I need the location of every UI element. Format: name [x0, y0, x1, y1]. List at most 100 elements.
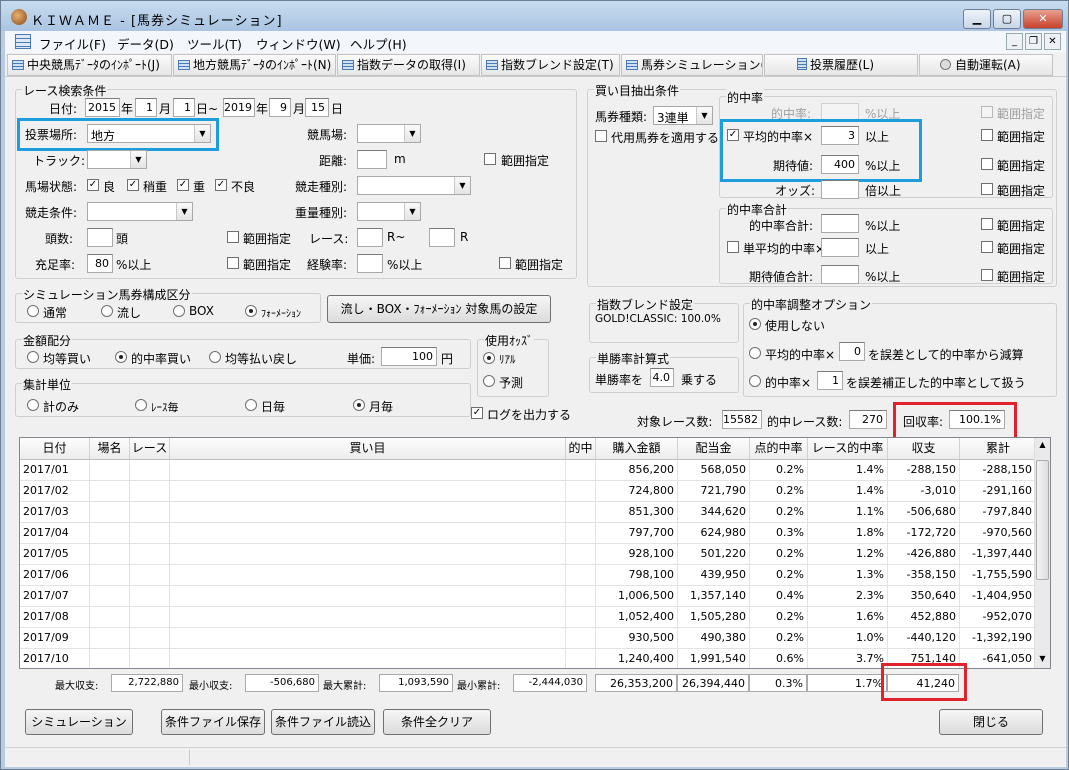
adjust-subtract-radio[interactable]: [749, 347, 761, 359]
odds-predict-radio[interactable]: [483, 375, 495, 387]
comp-nagashi-radio[interactable]: [101, 305, 113, 317]
col-payout[interactable]: 配当金: [678, 438, 750, 459]
auto-run-button[interactable]: 自動運転(A): [919, 54, 1053, 76]
race-condition-select[interactable]: ▼: [87, 202, 193, 221]
table-row[interactable]: 2017/01 856,200 568,050 0.2% 1.4% -288,150 -28…: [20, 460, 1036, 481]
menu-window[interactable]: ウィンドウ(W): [256, 34, 341, 53]
money-equal-radio[interactable]: [27, 351, 39, 363]
single-avg-checkbox[interactable]: [727, 241, 739, 253]
substitute-checkbox[interactable]: [595, 130, 607, 142]
single-avg-input[interactable]: [821, 238, 859, 257]
agg-month-radio[interactable]: [353, 399, 365, 411]
clear-conditions-button[interactable]: 条件全クリア: [383, 709, 491, 735]
load-conditions-button[interactable]: 条件ファイル読込: [271, 709, 375, 735]
close-window-button[interactable]: ✕: [1023, 9, 1063, 29]
mdi-minimize-button[interactable]: _: [1006, 33, 1023, 50]
agg-total-radio[interactable]: [27, 399, 39, 411]
col-venue[interactable]: 場名: [90, 438, 130, 459]
vertical-scrollbar[interactable]: ▲ ▼: [1034, 438, 1050, 668]
racecourse-select[interactable]: ▼: [357, 124, 421, 143]
to-day-input[interactable]: 15: [305, 98, 329, 117]
col-point-hit[interactable]: 点的中率: [750, 438, 808, 459]
from-year-input[interactable]: 2015: [85, 98, 120, 117]
fill-rate-input[interactable]: 80: [87, 254, 113, 273]
menu-tools[interactable]: ツール(T): [187, 34, 242, 53]
cond-slightly-heavy-checkbox[interactable]: ✓: [127, 179, 139, 191]
unit-price-input[interactable]: 100: [381, 347, 437, 366]
table-row[interactable]: 2017/04 797,700 624,980 0.3% 1.8% -172,720 -97…: [20, 523, 1036, 544]
mdi-restore-button[interactable]: ❐: [1025, 33, 1042, 50]
results-table[interactable]: 日付 場名 レース 買い目 的中 購入金額 配当金 点的中率 レース的中率 収支…: [19, 437, 1051, 669]
simulate-button[interactable]: シミュレーション: [25, 709, 133, 735]
odds-real-radio[interactable]: [483, 352, 495, 364]
money-payout-radio[interactable]: [209, 351, 221, 363]
fetch-index-button[interactable]: 指数データの取得(I): [337, 54, 480, 76]
scroll-up-icon[interactable]: ▲: [1037, 440, 1048, 450]
hit-rate-range-checkbox[interactable]: [981, 106, 993, 118]
from-day-input[interactable]: 1: [173, 98, 195, 117]
ticket-simulation-button[interactable]: 馬券シミュレーション(B): [621, 54, 763, 76]
table-row[interactable]: 2017/02 724,800 721,790 0.2% 1.4% -3,010 -291,…: [20, 481, 1036, 502]
odds-input[interactable]: [821, 180, 859, 199]
track-select[interactable]: ▼: [87, 150, 147, 169]
col-income[interactable]: 収支: [888, 438, 960, 459]
comp-formation-radio[interactable]: [245, 305, 257, 317]
expected-sum-range-checkbox[interactable]: [981, 269, 993, 281]
adjust-correct-radio[interactable]: [749, 375, 761, 387]
table-row[interactable]: 2017/05 928,100 501,220 0.2% 1.2% -426,880 -1,…: [20, 544, 1036, 565]
expected-range-checkbox[interactable]: [981, 158, 993, 170]
import-local-button[interactable]: 地方競馬ﾃﾞｰﾀのｲﾝﾎﾟｰﾄ(N): [173, 54, 336, 76]
index-blend-button[interactable]: 指数ブレンド設定(T): [481, 54, 620, 76]
to-year-input[interactable]: 2019: [223, 98, 255, 117]
scroll-down-icon[interactable]: ▼: [1037, 654, 1048, 664]
menu-data[interactable]: データ(D): [117, 34, 174, 53]
maximize-button[interactable]: ▢: [993, 9, 1021, 29]
cond-heavy-checkbox[interactable]: ✓: [177, 179, 189, 191]
col-hit[interactable]: 的中: [566, 438, 596, 459]
col-date[interactable]: 日付: [20, 438, 90, 459]
scroll-thumb[interactable]: [1036, 460, 1049, 580]
experience-range-checkbox[interactable]: [499, 257, 511, 269]
table-row[interactable]: 2017/09 930,500 490,380 0.2% 1.0% -440,120 -1,…: [20, 628, 1036, 649]
hit-sum-input[interactable]: [821, 214, 859, 233]
distance-input[interactable]: [357, 150, 387, 169]
col-race[interactable]: レース: [130, 438, 170, 459]
menu-file[interactable]: ファイル(F): [39, 34, 106, 53]
agg-day-radio[interactable]: [245, 399, 257, 411]
set-target-horses-button[interactable]: 流し・BOX・ﾌｫｰﾒｰｼｮﾝ 対象馬の設定: [327, 295, 551, 323]
table-row[interactable]: 2017/07 1,006,500 1,357,140 0.4% 2.3% 350,640…: [20, 586, 1036, 607]
table-row[interactable]: 2017/08 1,052,400 1,505,280 0.2% 1.6% 452,880…: [20, 607, 1036, 628]
menu-help[interactable]: ヘルプ(H): [350, 34, 407, 53]
vote-history-button[interactable]: 投票履歴(L): [764, 54, 918, 76]
cond-bad-checkbox[interactable]: ✓: [215, 179, 227, 191]
comp-normal-radio[interactable]: [27, 305, 39, 317]
heads-range-checkbox[interactable]: [227, 231, 239, 243]
output-log-checkbox[interactable]: ✓: [471, 407, 483, 419]
race-kind-select[interactable]: ▼: [357, 176, 471, 195]
adjust-correct-input[interactable]: 1: [817, 371, 843, 390]
table-row[interactable]: 2017/06 798,100 439,950 0.2% 1.3% -358,150 -1,…: [20, 565, 1036, 586]
money-hitrate-radio[interactable]: [115, 351, 127, 363]
col-purchase[interactable]: 購入金額: [596, 438, 678, 459]
weight-kind-select[interactable]: ▼: [357, 202, 421, 221]
expected-sum-input[interactable]: [821, 265, 859, 284]
minimize-button[interactable]: ▁: [963, 9, 991, 29]
table-row[interactable]: 2017/03 851,300 344,620 0.2% 1.1% -506,680 -79…: [20, 502, 1036, 523]
adjust-subtract-input[interactable]: 0: [839, 342, 865, 361]
comp-box-radio[interactable]: [173, 305, 185, 317]
agg-race-radio[interactable]: [135, 399, 147, 411]
save-conditions-button[interactable]: 条件ファイル保存: [161, 709, 265, 735]
distance-range-checkbox[interactable]: [484, 153, 496, 165]
col-combination[interactable]: 買い目: [170, 438, 566, 459]
ticket-type-select[interactable]: 3連単 ▼: [653, 106, 713, 125]
mdi-close-button[interactable]: ✕: [1044, 33, 1061, 50]
col-race-hit[interactable]: レース的中率: [808, 438, 888, 459]
single-avg-range-checkbox[interactable]: [981, 241, 993, 253]
cond-good-checkbox[interactable]: ✓: [87, 179, 99, 191]
to-month-input[interactable]: 9: [269, 98, 291, 117]
col-cumulative[interactable]: 累計: [960, 438, 1036, 459]
import-central-button[interactable]: 中央競馬ﾃﾞｰﾀのｲﾝﾎﾟｰﾄ(J): [7, 54, 172, 76]
avg-hit-range-checkbox[interactable]: [981, 129, 993, 141]
race-to-input[interactable]: [429, 228, 455, 247]
race-from-input[interactable]: [357, 228, 383, 247]
